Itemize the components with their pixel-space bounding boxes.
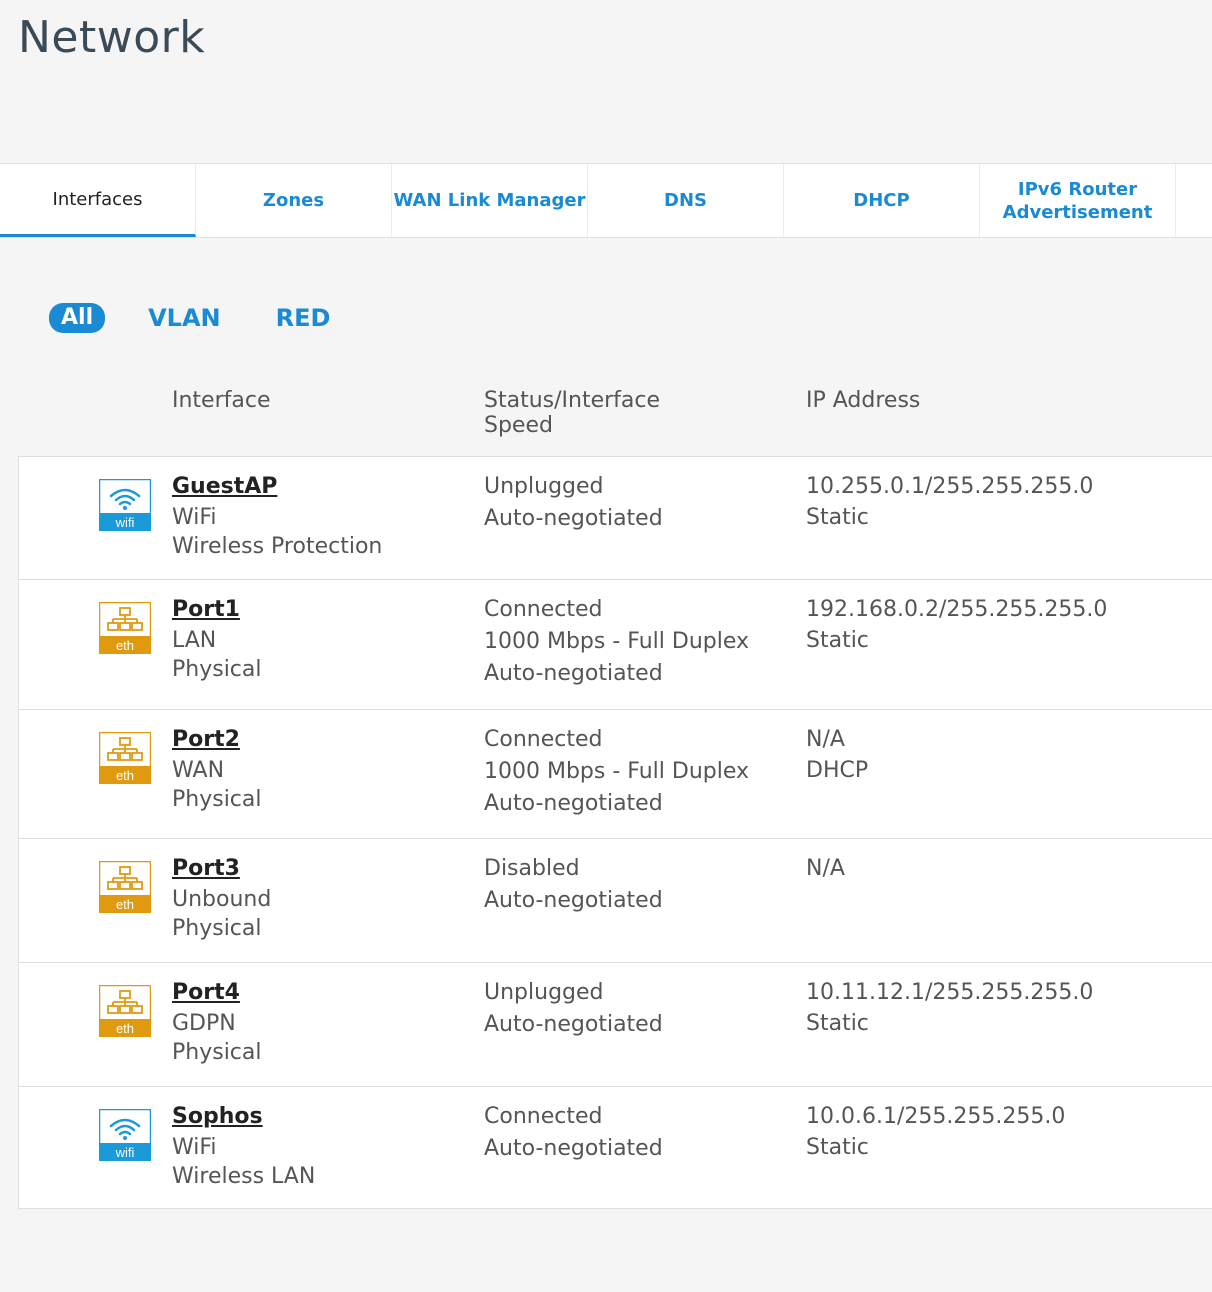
table-row[interactable]: eth Port2 WAN Physical Connected 1000 Mbps -…	[19, 710, 1212, 839]
ethernet-interface-icon: eth	[98, 731, 152, 785]
interface-filter: All VLAN RED	[49, 303, 385, 333]
svg-text:wifi: wifi	[115, 1145, 135, 1160]
status-cell: Connected 1000 Mbps - Full Duplex Auto-neg…	[484, 594, 749, 690]
ip-address-line: DHCP	[806, 758, 869, 783]
ip-address-cell: N/A DHCP	[806, 724, 868, 786]
status-line: Disabled	[484, 856, 580, 881]
wifi-interface-icon: wifi	[98, 478, 152, 532]
status-cell: Unplugged Auto-negotiated	[484, 471, 663, 535]
status-line: Connected	[484, 727, 603, 752]
table-row[interactable]: wifi GuestAP WiFi Wireless Protection Unplu…	[19, 457, 1212, 580]
interface-name-link[interactable]: Sophos	[172, 1101, 315, 1133]
interface-cell: Port4 GDPN Physical	[172, 977, 262, 1067]
interface-type: LAN	[172, 628, 217, 653]
ip-address-cell: 10.11.12.1/255.255.255.0 Static	[806, 977, 1093, 1039]
filter-all[interactable]: All	[49, 303, 106, 333]
ip-address-line: Static	[806, 505, 869, 530]
tab-dns[interactable]: DNS	[588, 164, 784, 237]
interface-subtype: Physical	[172, 657, 262, 682]
table-row[interactable]: wifi Sophos WiFi Wireless LAN Connected Auto…	[19, 1087, 1212, 1209]
status-line: Auto-negotiated	[484, 791, 663, 816]
status-cell: Unplugged Auto-negotiated	[484, 977, 663, 1041]
column-header-ip-address[interactable]: IP Address	[806, 388, 920, 413]
interface-cell: Port3 Unbound Physical	[172, 853, 271, 943]
interface-subtype: Physical	[172, 787, 262, 812]
interface-name-link[interactable]: Port3	[172, 853, 271, 885]
interface-subtype: Wireless LAN	[172, 1164, 316, 1189]
tab-dhcp[interactable]: DHCP	[784, 164, 980, 237]
interface-type: GDPN	[172, 1011, 236, 1036]
interface-cell: Port1 LAN Physical	[172, 594, 262, 684]
interfaces-table: wifi GuestAP WiFi Wireless Protection Unplu…	[18, 456, 1212, 1209]
interface-name-link[interactable]: Port2	[172, 724, 262, 756]
status-line: Auto-negotiated	[484, 661, 663, 686]
status-line: Auto-negotiated	[484, 1136, 663, 1161]
tab-interfaces[interactable]: Interfaces	[0, 164, 196, 237]
ip-address-line: N/A	[806, 727, 845, 752]
ip-address-cell: 10.0.6.1/255.255.255.0 Static	[806, 1101, 1065, 1163]
column-header-interface[interactable]: Interface	[172, 388, 271, 413]
svg-text:wifi: wifi	[115, 515, 135, 530]
table-row[interactable]: eth Port4 GDPN Physical Unplugged Auto-negot…	[19, 963, 1212, 1087]
column-header-status[interactable]: Status/Interface Speed	[484, 388, 684, 438]
status-line: Auto-negotiated	[484, 1012, 663, 1037]
interface-subtype: Physical	[172, 916, 262, 941]
ip-address-line: Static	[806, 1011, 869, 1036]
status-cell: Connected Auto-negotiated	[484, 1101, 663, 1165]
ip-address-line: 10.0.6.1/255.255.255.0	[806, 1104, 1066, 1129]
ip-address-cell: N/A	[806, 853, 845, 884]
filter-vlan[interactable]: VLAN	[148, 304, 221, 332]
tab-wan-link-manager[interactable]: WAN Link Manager	[392, 164, 588, 237]
interface-type: Unbound	[172, 887, 272, 912]
ip-address-cell: 10.255.0.1/255.255.255.0 Static	[806, 471, 1093, 533]
page-title: Network	[18, 12, 206, 63]
tab-zones[interactable]: Zones	[196, 164, 392, 237]
svg-text:eth: eth	[116, 638, 134, 653]
status-line: Unplugged	[484, 980, 604, 1005]
status-line: 1000 Mbps - Full Duplex	[484, 629, 750, 654]
interface-type: WiFi	[172, 505, 217, 530]
ethernet-interface-icon: eth	[98, 984, 152, 1038]
interface-subtype: Physical	[172, 1040, 262, 1065]
interface-cell: Sophos WiFi Wireless LAN	[172, 1101, 315, 1191]
svg-text:eth: eth	[116, 897, 134, 912]
status-cell: Connected 1000 Mbps - Full Duplex Auto-neg…	[484, 724, 749, 820]
interface-type: WiFi	[172, 1135, 217, 1160]
wifi-interface-icon: wifi	[98, 1108, 152, 1162]
status-line: Connected	[484, 1104, 603, 1129]
interface-name-link[interactable]: GuestAP	[172, 471, 382, 503]
status-line: Connected	[484, 597, 603, 622]
svg-text:eth: eth	[116, 1021, 134, 1036]
status-line: Unplugged	[484, 474, 604, 499]
svg-text:eth: eth	[116, 768, 134, 783]
ip-address-line: N/A	[806, 856, 845, 881]
tab-bar: Interfaces Zones WAN Link Manager DNS DH…	[0, 163, 1212, 238]
interface-cell: GuestAP WiFi Wireless Protection	[172, 471, 382, 561]
interface-name-link[interactable]: Port1	[172, 594, 262, 626]
table-row[interactable]: eth Port3 Unbound Physical Disabled Auto-neg…	[19, 839, 1212, 963]
status-cell: Disabled Auto-negotiated	[484, 853, 663, 917]
interface-type: WAN	[172, 758, 225, 783]
status-line: Auto-negotiated	[484, 888, 663, 913]
ip-address-line: 192.168.0.2/255.255.255.0	[806, 597, 1108, 622]
ip-address-cell: 192.168.0.2/255.255.255.0 Static	[806, 594, 1107, 656]
interface-subtype: Wireless Protection	[172, 534, 383, 559]
filter-red[interactable]: RED	[276, 304, 331, 332]
tab-ipv6-router-advertisement[interactable]: IPv6 Router Advertisement	[980, 164, 1176, 237]
interface-cell: Port2 WAN Physical	[172, 724, 262, 814]
ip-address-line: Static	[806, 628, 869, 653]
table-row[interactable]: eth Port1 LAN Physical Connected 1000 Mbps -…	[19, 580, 1212, 710]
ethernet-interface-icon: eth	[98, 860, 152, 914]
ip-address-line: 10.11.12.1/255.255.255.0	[806, 980, 1094, 1005]
status-line: Auto-negotiated	[484, 506, 663, 531]
ethernet-interface-icon: eth	[98, 601, 152, 655]
ip-address-line: 10.255.0.1/255.255.255.0	[806, 474, 1094, 499]
ip-address-line: Static	[806, 1135, 869, 1160]
interface-name-link[interactable]: Port4	[172, 977, 262, 1009]
status-line: 1000 Mbps - Full Duplex	[484, 759, 750, 784]
